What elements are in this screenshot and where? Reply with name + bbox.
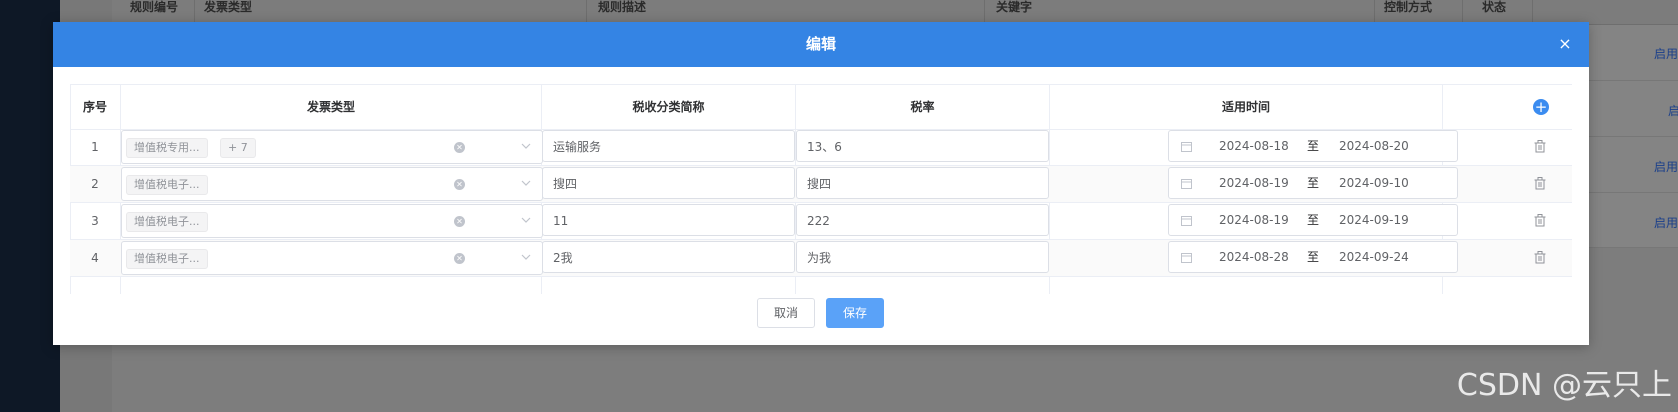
extra-count-tag: + 7: [220, 138, 256, 158]
bg-header-keyword: 关键字: [996, 0, 1033, 14]
clear-icon[interactable]: ✕: [454, 179, 465, 190]
end-date[interactable]: 2024-08-20: [1339, 131, 1409, 161]
date-separator: 至: [1307, 250, 1320, 264]
row-index: 4: [91, 251, 99, 265]
trash-icon[interactable]: [1534, 214, 1546, 227]
cancel-button[interactable]: 取消: [757, 298, 815, 328]
table-row: 3 增值税电子... ✕ 11 222 2024-08-19 至 2024-09…: [70, 203, 1572, 240]
table-row: 1 增值税专用... + 7 ✕ 运输服务 13、6 2024-08-18 至 …: [70, 129, 1572, 166]
date-separator: 至: [1307, 139, 1320, 153]
edit-dialog: 编辑 × 序号 发票类型 税收分类简称 税率 适用时间 + 1 增值税专用...…: [53, 22, 1589, 345]
invoice-type-tag: 增值税专用...: [126, 138, 208, 158]
chevron-down-icon: [521, 254, 531, 260]
watermark: CSDN @云只上: [1456, 368, 1672, 403]
tax-rate-input[interactable]: 222: [796, 204, 1049, 236]
bg-header-rule-id: 规则编号: [130, 0, 179, 14]
bg-col-divider: [984, 0, 985, 24]
bg-col-divider: [1532, 0, 1533, 24]
calendar-icon: [1181, 216, 1192, 226]
chevron-down-icon: [521, 143, 531, 149]
calendar-icon: [1181, 142, 1192, 152]
end-date[interactable]: 2024-09-10: [1339, 168, 1409, 198]
bg-col-divider: [586, 0, 587, 24]
rules-table: 序号 发票类型 税收分类简称 税率 适用时间 + 1 增值税专用... + 7 …: [70, 84, 1572, 294]
table-row: 2 增值税电子... ✕ 搜四 搜四 2024-08-19 至 2024-09-…: [70, 166, 1572, 203]
calendar-icon: [1181, 253, 1192, 263]
trash-icon[interactable]: [1534, 251, 1546, 264]
table-header: 序号 发票类型 税收分类简称 税率 适用时间 +: [70, 84, 1572, 130]
start-date[interactable]: 2024-08-18: [1219, 131, 1289, 161]
start-date[interactable]: 2024-08-28: [1219, 242, 1289, 272]
table-row: 4 增值税电子... ✕ 2我 为我 2024-08-28 至 2024-09-…: [70, 240, 1572, 277]
save-button[interactable]: 保存: [826, 298, 884, 328]
start-date[interactable]: 2024-08-19: [1219, 168, 1289, 198]
trash-icon[interactable]: [1534, 140, 1546, 153]
date-range-picker[interactable]: 2024-08-18 至 2024-08-20: [1168, 130, 1458, 162]
tax-category-input[interactable]: 运输服务: [542, 130, 795, 162]
clear-icon[interactable]: ✕: [454, 216, 465, 227]
tax-rate-input[interactable]: 13、6: [796, 130, 1049, 162]
sidebar: [0, 0, 60, 412]
header-tax-rate: 税率: [910, 100, 935, 114]
invoice-type-tag: 增值税电子...: [126, 175, 208, 195]
bg-col-divider: [1462, 0, 1463, 24]
bg-enable-link[interactable]: 启用: [1654, 158, 1678, 175]
tax-category-input[interactable]: 搜四: [542, 167, 795, 199]
dialog-header: 编辑 ×: [53, 22, 1589, 67]
tax-category-input[interactable]: 11: [542, 204, 795, 236]
header-invoice-type: 发票类型: [306, 100, 355, 114]
end-date[interactable]: 2024-09-24: [1339, 242, 1409, 272]
calendar-icon: [1181, 179, 1192, 189]
date-separator: 至: [1307, 176, 1320, 190]
chevron-down-icon: [521, 217, 531, 223]
row-index: 3: [91, 214, 99, 228]
start-date[interactable]: 2024-08-19: [1219, 205, 1289, 235]
bg-enable-link[interactable]: 启用: [1654, 214, 1678, 231]
trash-icon[interactable]: [1534, 177, 1546, 190]
dialog-title: 编辑: [805, 35, 836, 53]
bg-header-status: 状态: [1482, 0, 1507, 14]
row-index: 1: [91, 140, 99, 154]
bg-enable-link[interactable]: 启用: [1654, 45, 1678, 62]
date-range-picker[interactable]: 2024-08-28 至 2024-09-24: [1168, 241, 1458, 273]
invoice-type-select[interactable]: 增值税电子... ✕: [121, 167, 543, 201]
add-row-icon[interactable]: +: [1533, 99, 1549, 115]
tax-category-input[interactable]: 2我: [542, 241, 795, 273]
invoice-type-tag: 增值税电子...: [126, 212, 208, 232]
close-icon[interactable]: ×: [1555, 34, 1575, 54]
chevron-down-icon: [521, 180, 531, 186]
clear-icon[interactable]: ✕: [454, 253, 465, 264]
clear-icon[interactable]: ✕: [454, 142, 465, 153]
invoice-type-select[interactable]: 增值税专用... + 7 ✕: [121, 130, 543, 164]
tax-rate-input[interactable]: 搜四: [796, 167, 1049, 199]
bg-header-control-mode: 控制方式: [1384, 0, 1433, 14]
invoice-type-select[interactable]: 增值税电子... ✕: [121, 204, 543, 238]
bg-col-divider: [194, 0, 195, 24]
header-index: 序号: [82, 100, 107, 114]
invoice-type-tag: 增值税电子...: [126, 249, 208, 269]
bg-col-divider: [1374, 0, 1375, 24]
date-range-picker[interactable]: 2024-08-19 至 2024-09-19: [1168, 204, 1458, 236]
header-tax-category: 税收分类简称: [632, 100, 705, 114]
date-range-picker[interactable]: 2024-08-19 至 2024-09-10: [1168, 167, 1458, 199]
bg-header-invoice-type: 发票类型: [204, 0, 253, 14]
bg-header-rule-desc: 规则描述: [598, 0, 647, 14]
date-separator: 至: [1307, 213, 1320, 227]
tax-rate-input[interactable]: 为我: [796, 241, 1049, 273]
header-date-range: 适用时间: [1221, 100, 1270, 114]
row-index: 2: [91, 177, 99, 191]
end-date[interactable]: 2024-09-19: [1339, 205, 1409, 235]
bg-enable-link[interactable]: 启: [1668, 102, 1678, 119]
invoice-type-select[interactable]: 增值税电子... ✕: [121, 241, 543, 275]
